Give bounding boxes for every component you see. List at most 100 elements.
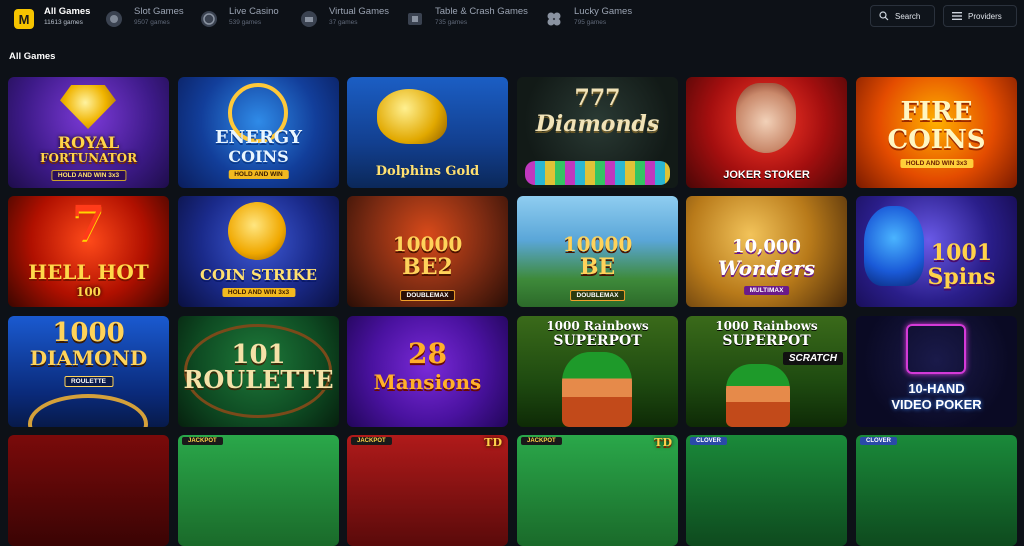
game-tile-coin-strike[interactable]: COIN STRIKE HOLD AND WIN 3x3 (178, 196, 339, 307)
game-title: FORTUNATOR (39, 151, 138, 165)
game-title: 777 (574, 85, 621, 111)
category-slot-games[interactable]: Slot Games 9507 games (104, 6, 184, 34)
game-tile-royal-fortunator[interactable]: ROYAL FORTUNATOR HOLD AND WIN 3x3 (8, 77, 169, 188)
game-title: HELL HOT (28, 260, 149, 284)
game-subtitle: SCRATCH (782, 352, 843, 365)
game-tile-energy-coins[interactable]: ENERGY COINS HOLD AND WIN (178, 77, 339, 188)
game-tile-row4-2[interactable]: JACKPOT (178, 435, 339, 546)
providers-label: Providers (968, 11, 1002, 21)
section-title: All Games (9, 51, 56, 62)
slot-icon (104, 9, 124, 29)
game-tile-1000-rainbows-superpot[interactable]: 1000 Rainbows SUPERPOT (517, 316, 678, 427)
search-button[interactable]: Search (870, 5, 935, 27)
game-title: Diamonds (535, 111, 660, 137)
game-subtitle: JACKPOT (182, 437, 223, 445)
game-title: Mansions (373, 370, 482, 394)
game-subtitle: CLOVER (690, 437, 728, 445)
game-title: 1000 (52, 318, 125, 348)
category-name: Live Casino (229, 6, 279, 17)
game-tile-1000-rainbows-superpot-scratch[interactable]: 1000 Rainbows SUPERPOT SCRATCH (686, 316, 847, 427)
game-tile-10-hand-video-poker[interactable]: 10-HAND VIDEO POKER (856, 316, 1017, 427)
logo-m-icon: M (14, 9, 34, 29)
category-name: Slot Games (134, 6, 184, 17)
game-tile-row4-6[interactable]: CLOVER (856, 435, 1017, 546)
game-tile-10000-wonders[interactable]: 10,000 Wonders MULTIMAX (686, 196, 847, 307)
game-subtitle: JACKPOT (521, 437, 562, 445)
game-subtitle: MULTIMAX (743, 286, 790, 295)
game-subtitle: 100 (75, 285, 102, 299)
game-subtitle: HOLD AND WIN (228, 170, 289, 179)
game-title: FIRE (900, 97, 973, 127)
game-tile-28-mansions[interactable]: 28 Mansions (347, 316, 508, 427)
game-tile-dolphins-gold[interactable]: Dolphins Gold (347, 77, 508, 188)
virtual-games-icon (299, 9, 319, 29)
game-tile-1001-spins[interactable]: 1001 Spins (856, 196, 1017, 307)
game-title: 28 (408, 337, 447, 370)
game-tile-fire-coins[interactable]: FIRE COINS HOLD AND WIN 3x3 (856, 77, 1017, 188)
category-lucky-games[interactable]: Lucky Games 795 games (544, 6, 632, 34)
game-title: DIAMOND (29, 346, 148, 370)
game-title: TD (654, 436, 672, 449)
game-title: 10,000 (732, 236, 801, 257)
game-title: JOKER STOKER (723, 169, 810, 181)
game-title: Dolphins Gold (375, 164, 480, 179)
providers-button[interactable]: Providers (943, 5, 1017, 27)
game-tile-10000-be2[interactable]: 10000 BE2 DOUBLEMAX (347, 196, 508, 307)
game-title: BE2 (402, 254, 453, 280)
game-title: 10000 (562, 232, 633, 256)
category-count: 735 games (435, 19, 468, 26)
category-name: Table & Crash Games (435, 6, 528, 17)
game-title: 10-HAND (908, 381, 965, 396)
search-icon (879, 11, 889, 21)
game-title: COINS (228, 147, 289, 166)
game-tile-10000-be[interactable]: 10000 BE DOUBLEMAX (517, 196, 678, 307)
game-title: 10000 (392, 232, 463, 256)
game-subtitle: CLOVER (860, 437, 898, 445)
game-tile-1000-diamond-roulette[interactable]: 1000 DIAMOND ROULETTE (8, 316, 169, 427)
category-name: Lucky Games (574, 6, 633, 17)
category-name: All Games (44, 6, 91, 17)
category-live-casino[interactable]: Live Casino 539 games (199, 6, 279, 34)
category-virtual-games[interactable]: Virtual Games 37 games (299, 6, 389, 34)
game-tile-row4-1[interactable] (8, 435, 169, 546)
game-title: TD (484, 436, 502, 449)
game-title: SUPERPOT (553, 333, 642, 349)
game-title: ENERGY (214, 127, 303, 148)
svg-text:M: M (19, 12, 30, 27)
game-subtitle: DOUBLEMAX (569, 290, 626, 301)
game-tile-101-roulette[interactable]: 101 ROULETTE (178, 316, 339, 427)
category-table-crash-games[interactable]: Table & Crash Games 735 games (405, 6, 528, 34)
game-tile-hell-hot-100[interactable]: 7 HELL HOT 100 (8, 196, 169, 307)
game-tile-joker-stoker[interactable]: JOKER STOKER (686, 77, 847, 188)
category-bar: M All Games 11613 games Slot Games 9507 … (0, 0, 1024, 38)
game-tile-row4-4[interactable]: JACKPOT TD (517, 435, 678, 546)
game-subtitle: HOLD AND WIN 3x3 (221, 288, 296, 297)
game-tile-777-diamonds[interactable]: 777 Diamonds (517, 77, 678, 188)
game-subtitle: JACKPOT (351, 437, 392, 445)
clover-icon (544, 9, 564, 29)
category-count: 37 games (329, 19, 358, 26)
category-count: 795 games (574, 19, 607, 26)
category-all-games[interactable]: M All Games 11613 games (14, 6, 90, 34)
game-tile-row4-5[interactable]: CLOVER (686, 435, 847, 546)
game-tile-row4-3[interactable]: JACKPOT TD (347, 435, 508, 546)
game-title: BE (579, 254, 616, 280)
category-count: 11613 games (44, 19, 83, 26)
live-casino-icon (199, 9, 219, 29)
game-title: 1001 (930, 240, 993, 266)
search-label: Search (895, 11, 921, 21)
game-title: COIN STRIKE (200, 266, 317, 284)
game-title: 1000 Rainbows (715, 319, 818, 333)
game-title: ROULETTE (183, 365, 334, 394)
category-count: 539 games (229, 19, 262, 26)
game-title: 7 (71, 196, 106, 252)
category-name: Virtual Games (329, 6, 390, 17)
game-subtitle: HOLD AND WIN 3x3 (899, 159, 974, 168)
game-title: VIDEO POKER (891, 397, 982, 412)
category-count: 9507 games (134, 19, 170, 26)
table-games-icon (405, 9, 425, 29)
game-subtitle: HOLD AND WIN 3x3 (50, 170, 127, 181)
game-title: Spins (927, 264, 996, 290)
game-title: 1000 Rainbows (546, 319, 649, 333)
list-icon (952, 11, 962, 21)
